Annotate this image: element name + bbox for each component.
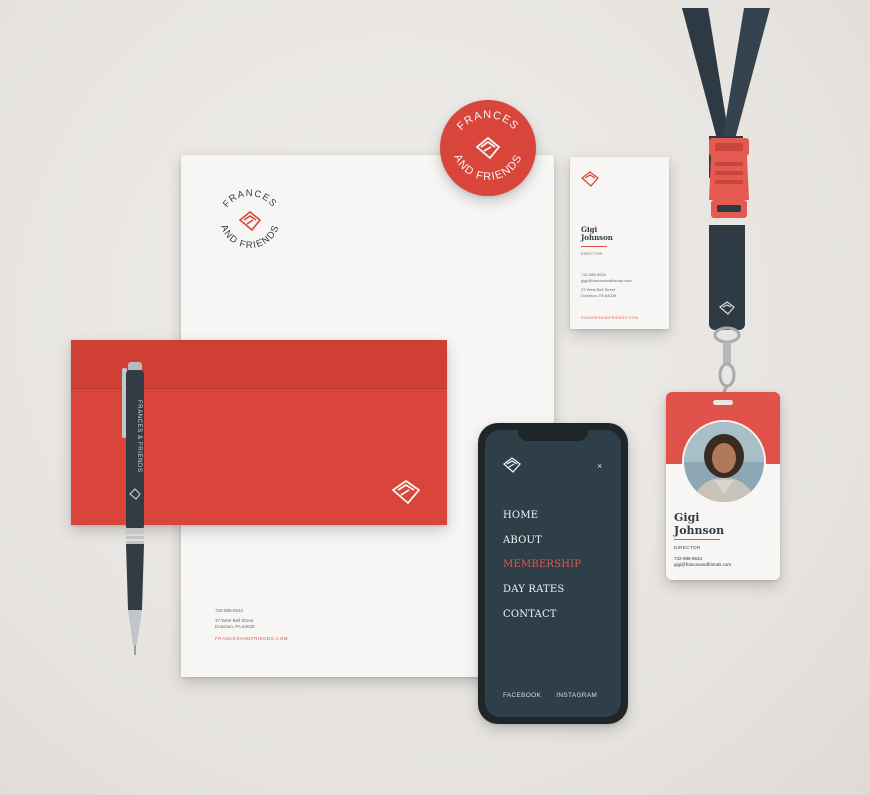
nav-item-day-rates[interactable]: DAY RATES bbox=[503, 582, 581, 607]
nav-item-about[interactable]: ABOUT bbox=[503, 533, 581, 558]
facebook-link[interactable]: FACEBOOK bbox=[503, 692, 541, 699]
phone-menu-bird-icon[interactable] bbox=[502, 456, 522, 474]
letterhead-address-line2: Downton, PA 64028 bbox=[215, 624, 255, 629]
nav-item-membership[interactable]: MEMBERSHIP bbox=[503, 557, 581, 582]
business-card-last-name: Johnson bbox=[581, 233, 613, 242]
phone-notch bbox=[518, 429, 588, 441]
nav-item-home[interactable]: HOME bbox=[503, 508, 581, 533]
sticker-bird-icon bbox=[475, 136, 501, 160]
business-card-name: Gigi Johnson bbox=[581, 226, 613, 242]
id-badge-title: DIRECTOR bbox=[674, 545, 701, 550]
business-card-website: FRANCESANDFRIENDS.COM bbox=[581, 316, 639, 320]
branded-pen: FRANCES & FRIENDS bbox=[122, 362, 144, 655]
stationery-mockup-scene: FRANCES AND FRIENDS 732-985-5534 37 West… bbox=[0, 0, 870, 795]
lanyard-bird-icon bbox=[719, 301, 735, 315]
close-icon[interactable]: × bbox=[597, 461, 602, 471]
business-card-bird-icon bbox=[580, 171, 599, 187]
lanyard-buckle bbox=[709, 138, 749, 218]
phone-social-links: FACEBOOK INSTAGRAM bbox=[503, 692, 610, 699]
brand-name-top: FRANCES bbox=[221, 188, 278, 210]
business-card-divider bbox=[581, 246, 607, 247]
brand-name-bottom: AND FRIENDS bbox=[218, 223, 281, 251]
id-badge-slot bbox=[713, 400, 733, 405]
letterhead-footer: 732-985-5534 37 West Bell Street Downton… bbox=[215, 608, 288, 642]
letterhead-phone: 732-985-5534 bbox=[215, 608, 244, 613]
id-badge-first-name: Gigi bbox=[674, 511, 700, 524]
svg-text:AND FRIENDS: AND FRIENDS bbox=[218, 223, 282, 251]
pen-imprint-text: FRANCES & FRIENDS bbox=[136, 400, 142, 473]
phone-nav-menu: HOME ABOUT MEMBERSHIP DAY RATES CONTACT bbox=[503, 508, 581, 631]
business-card-contact: 732-985-5534 gigi@francesandfriends.com … bbox=[581, 272, 632, 298]
id-badge-contact: 732-985-5534 gigi@francesandfriends.com bbox=[674, 556, 731, 568]
business-card-email: gigi@francesandfriends.com bbox=[581, 277, 632, 283]
envelope-bird-icon bbox=[391, 479, 421, 505]
id-badge-divider bbox=[674, 539, 720, 540]
sticker-logo: FRANCES AND FRIENDS bbox=[451, 109, 523, 183]
svg-text:FRANCES: FRANCES bbox=[221, 188, 279, 210]
nav-item-contact[interactable]: CONTACT bbox=[503, 607, 581, 632]
id-badge-photo bbox=[682, 420, 766, 504]
id-badge-email: gigi@francesandfriends.com bbox=[674, 562, 732, 567]
letterhead-website: FRANCESANDFRIENDS.COM bbox=[215, 636, 289, 641]
instagram-link[interactable]: INSTAGRAM bbox=[556, 692, 597, 699]
bird-heart-icon bbox=[238, 210, 262, 232]
svg-text:FRANCES: FRANCES bbox=[455, 109, 521, 133]
business-card-title: DIRECTOR bbox=[581, 252, 603, 256]
id-badge-name: Gigi Johnson bbox=[674, 511, 724, 537]
business-card-address-line2: Downton, PA 64028 bbox=[581, 292, 617, 298]
letterhead-circle-logo: FRANCES AND FRIENDS bbox=[218, 188, 282, 251]
sticker-name-top: FRANCES bbox=[455, 109, 520, 133]
id-badge-last-name: Johnson bbox=[674, 524, 725, 537]
